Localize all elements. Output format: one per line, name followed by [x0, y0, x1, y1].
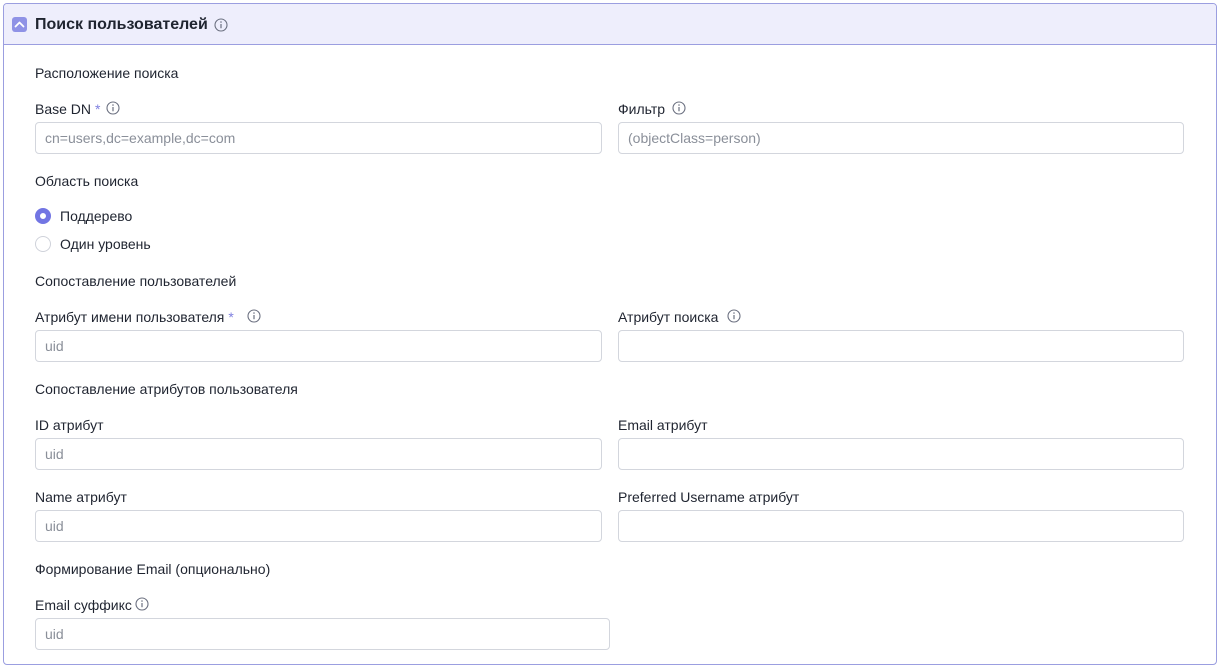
section-title-email-forming: Формирование Email (опционально) [35, 561, 271, 577]
radio-label: Поддерево [60, 208, 133, 224]
email-attr-input[interactable] [618, 438, 1184, 470]
section-title-user-mapping: Сопоставление пользователей [35, 273, 237, 289]
id-attr-input[interactable] [35, 438, 602, 470]
preferred-username-attr-label: Preferred Username атрибут [618, 489, 800, 505]
email-attr-label: Email атрибут [618, 417, 708, 433]
radio-button-checked[interactable] [35, 208, 51, 224]
info-icon[interactable] [727, 309, 741, 323]
required-mark: * [228, 309, 234, 325]
email-suffix-label: Email суффикс [35, 597, 132, 613]
section-title-search-location: Расположение поиска [35, 65, 179, 81]
search-attr-label: Атрибут поиска [618, 309, 719, 325]
panel-title: Поиск пользователей [35, 16, 208, 33]
name-attr-label: Name атрибут [35, 489, 127, 505]
id-attr-label: ID атрибут [35, 417, 104, 433]
info-icon[interactable] [214, 18, 228, 32]
info-icon[interactable] [247, 309, 261, 323]
collapse-button[interactable] [12, 17, 27, 32]
panel-header: Поиск пользователей [4, 4, 1216, 45]
base-dn-input[interactable] [35, 122, 602, 154]
username-attr-label-text: Атрибут имени пользователя [35, 309, 225, 325]
user-search-panel: Поиск пользователей Расположение поиска … [3, 3, 1217, 665]
radio-label: Один уровень [60, 236, 151, 252]
search-attr-input[interactable] [618, 330, 1184, 362]
radio-button[interactable] [35, 236, 51, 252]
chevron-up-icon [14, 21, 25, 28]
base-dn-label-text: Base DN [35, 101, 92, 117]
info-icon[interactable] [106, 101, 120, 115]
username-attr-label: Атрибут имени пользователя * [35, 308, 234, 326]
base-dn-label: Base DN * [35, 100, 100, 118]
info-icon[interactable] [135, 597, 149, 611]
required-mark: * [95, 101, 101, 117]
section-title-search-scope: Область поиска [35, 173, 139, 189]
name-attr-input[interactable] [35, 510, 602, 542]
preferred-username-attr-input[interactable] [618, 510, 1184, 542]
email-suffix-input[interactable] [35, 618, 610, 650]
username-attr-input[interactable] [35, 330, 602, 362]
filter-input[interactable] [618, 122, 1184, 154]
info-icon[interactable] [672, 101, 686, 115]
section-title-attr-mapping: Сопоставление атрибутов пользователя [35, 381, 298, 397]
filter-label: Фильтр [618, 101, 666, 117]
